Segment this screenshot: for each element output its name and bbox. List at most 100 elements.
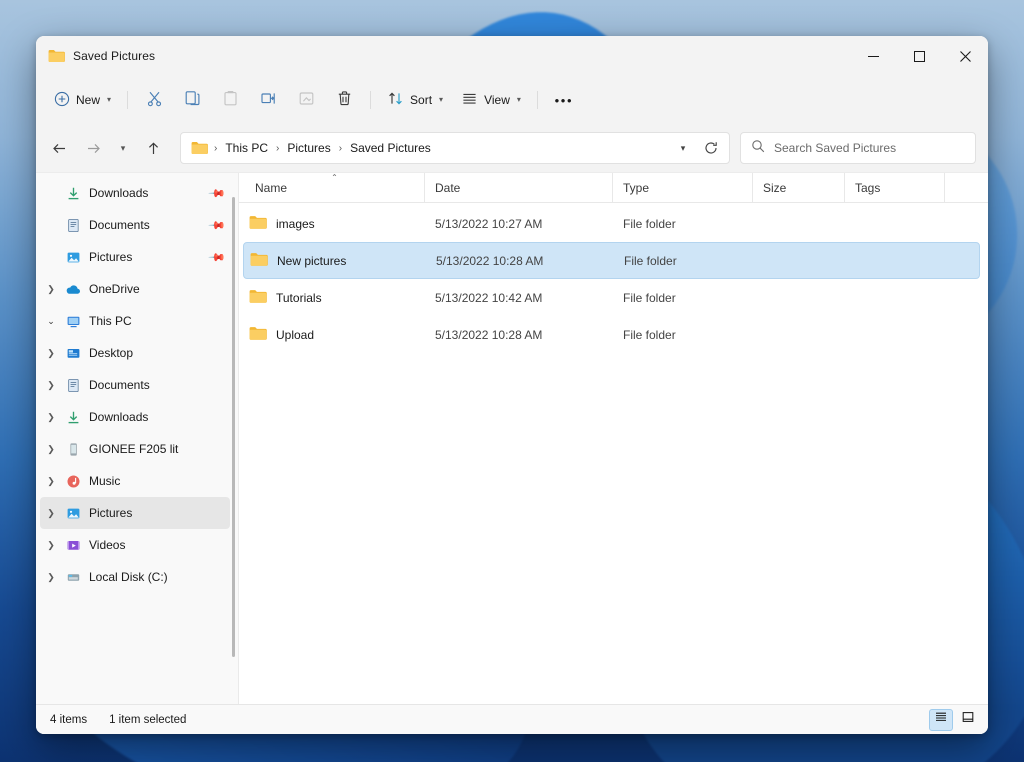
music-icon xyxy=(62,474,84,489)
chevron-down-icon: ▾ xyxy=(107,95,112,104)
sidebar-item-label: Pictures xyxy=(89,250,133,264)
table-row[interactable]: Upload 5/13/2022 10:28 AM File folder xyxy=(243,316,980,353)
table-row[interactable]: images 5/13/2022 10:27 AM File folder xyxy=(243,205,980,242)
selection-label: 1 item selected xyxy=(109,713,187,726)
forward-button[interactable] xyxy=(76,132,110,164)
column-header-date[interactable]: Date xyxy=(425,173,613,202)
folder-icon xyxy=(249,326,267,344)
up-button[interactable] xyxy=(136,132,170,164)
chevron-down-icon[interactable]: ⌄ xyxy=(40,316,62,326)
file-name-cell: Upload xyxy=(243,326,425,344)
sidebar-item-label: Videos xyxy=(89,538,126,552)
back-button[interactable] xyxy=(42,132,76,164)
column-header-label: Name xyxy=(255,180,288,195)
status-bar: 4 items 1 item selected xyxy=(36,704,988,734)
file-name-cell: New pictures xyxy=(244,252,426,270)
column-header-type[interactable]: Type xyxy=(613,173,753,202)
file-name: New pictures xyxy=(277,253,347,268)
file-name-cell: Tutorials xyxy=(243,289,425,307)
item-count-label: 4 items xyxy=(50,713,88,726)
sidebar-item-documents-pinned[interactable]: Documents 📌 xyxy=(40,209,230,241)
sidebar-item-label: This PC xyxy=(89,314,132,328)
address-bar-row: ▾ › This PC › Pictures › Saved Pictures xyxy=(36,124,988,172)
file-date-cell: 5/13/2022 10:28 AM xyxy=(436,253,544,268)
recent-locations-button[interactable]: ▾ xyxy=(110,132,136,164)
chevron-right-icon[interactable]: ❯ xyxy=(40,348,62,358)
view-button[interactable]: View ▾ xyxy=(453,84,529,116)
sidebar-item-pictures[interactable]: ❯ Pictures xyxy=(40,497,230,529)
search-box[interactable] xyxy=(740,132,976,164)
large-icons-view-button[interactable] xyxy=(956,709,980,731)
breadcrumb-item-this-pc[interactable]: This PC xyxy=(219,138,274,158)
sort-ascending-icon: ⌃ xyxy=(331,173,338,182)
minimize-button[interactable] xyxy=(850,36,896,76)
new-button[interactable]: New ▾ xyxy=(46,84,119,116)
file-name-cell: images xyxy=(243,215,425,233)
close-button[interactable] xyxy=(942,36,988,76)
address-bar[interactable]: › This PC › Pictures › Saved Pictures ▾ xyxy=(180,132,730,164)
toolbar-divider xyxy=(370,91,372,109)
breadcrumb-folder-icon xyxy=(191,141,208,155)
file-name: images xyxy=(276,216,315,231)
column-header-tags[interactable]: Tags xyxy=(845,173,945,202)
share-button[interactable] xyxy=(288,84,324,116)
sidebar-item-local-disk-c[interactable]: ❯ Local Disk (C:) xyxy=(40,561,230,593)
more-options-button[interactable]: ••• xyxy=(546,84,582,116)
search-input[interactable] xyxy=(774,141,965,155)
file-date-cell: 5/13/2022 10:28 AM xyxy=(435,327,543,342)
chevron-right-icon[interactable]: ❯ xyxy=(40,444,62,454)
column-header-name[interactable]: Name ⌃ xyxy=(245,173,425,202)
paste-button[interactable] xyxy=(212,84,248,116)
file-name: Tutorials xyxy=(276,290,322,305)
maximize-button[interactable] xyxy=(896,36,942,76)
folder-icon xyxy=(249,215,267,233)
sidebar-item-downloads[interactable]: ❯ Downloads xyxy=(40,401,230,433)
sidebar-item-music[interactable]: ❯ Music xyxy=(40,465,230,497)
rename-icon xyxy=(260,90,277,110)
toolbar-divider xyxy=(536,91,538,109)
copy-button[interactable] xyxy=(174,84,210,116)
window-controls xyxy=(850,36,988,76)
sidebar-item-gionee-device[interactable]: ❯ GIONEE F205 lit xyxy=(40,433,230,465)
sidebar-item-onedrive[interactable]: ❯ OneDrive xyxy=(40,273,230,305)
chevron-right-icon[interactable]: ❯ xyxy=(40,284,62,294)
sidebar-item-label: GIONEE F205 lit xyxy=(89,442,179,456)
table-row[interactable]: New pictures 5/13/2022 10:28 AM File fol… xyxy=(243,242,980,279)
sidebar-item-documents[interactable]: ❯ Documents xyxy=(40,369,230,401)
download-icon xyxy=(62,186,84,201)
sidebar-item-label: Downloads xyxy=(89,410,149,424)
address-dropdown-button[interactable]: ▾ xyxy=(669,134,697,162)
breadcrumb-separator: › xyxy=(214,142,218,154)
rename-button[interactable] xyxy=(250,84,286,116)
sidebar-item-pictures-pinned[interactable]: Pictures 📌 xyxy=(40,241,230,273)
table-row[interactable]: Tutorials 5/13/2022 10:42 AM File folder xyxy=(243,279,980,316)
breadcrumb-item-pictures[interactable]: Pictures xyxy=(281,138,336,158)
chevron-right-icon[interactable]: ❯ xyxy=(40,540,62,550)
chevron-right-icon[interactable]: ❯ xyxy=(40,476,62,486)
refresh-button[interactable] xyxy=(697,134,725,162)
chevron-down-icon: ▾ xyxy=(516,95,521,104)
sidebar-scrollbar[interactable] xyxy=(232,197,235,657)
sidebar-item-downloads-pinned[interactable]: Downloads 📌 xyxy=(40,177,230,209)
chevron-right-icon[interactable]: ❯ xyxy=(40,380,62,390)
document-icon xyxy=(62,378,84,393)
pictures-icon xyxy=(62,250,84,265)
onedrive-cloud-icon xyxy=(62,282,84,297)
sidebar-item-videos[interactable]: ❯ Videos xyxy=(40,529,230,561)
chevron-right-icon[interactable]: ❯ xyxy=(40,572,62,582)
document-icon xyxy=(62,218,84,233)
computer-icon xyxy=(62,314,84,329)
details-view-button[interactable] xyxy=(929,708,953,731)
sidebar-item-this-pc[interactable]: ⌄ This PC xyxy=(40,305,230,337)
column-header-size[interactable]: Size xyxy=(753,173,845,202)
chevron-right-icon[interactable]: ❯ xyxy=(40,508,62,518)
breadcrumb-item-saved-pictures[interactable]: Saved Pictures xyxy=(344,138,437,158)
sort-button[interactable]: Sort ▾ xyxy=(379,84,451,116)
chevron-right-icon[interactable]: ❯ xyxy=(40,412,62,422)
lines-icon xyxy=(461,90,478,110)
sidebar-item-desktop[interactable]: ❯ Desktop xyxy=(40,337,230,369)
cut-button[interactable] xyxy=(136,84,172,116)
pin-icon: 📌 xyxy=(207,216,226,235)
delete-button[interactable] xyxy=(326,84,362,116)
address-bar-actions: ▾ xyxy=(669,134,725,162)
